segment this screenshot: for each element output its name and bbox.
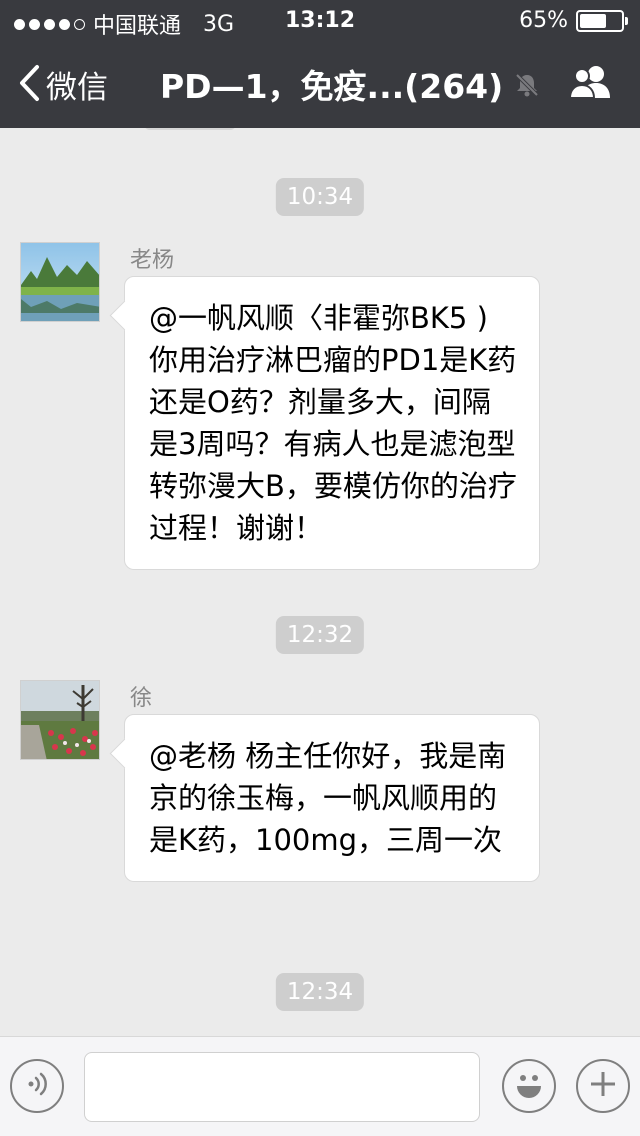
timestamp: 10:34: [275, 178, 365, 216]
previous-message-edge: [144, 128, 236, 130]
battery-icon: [576, 9, 628, 32]
back-label: 微信: [46, 70, 108, 106]
sender-name: 老杨: [130, 248, 175, 273]
back-button[interactable]: 微信: [18, 62, 108, 107]
message-row: 老杨 @一帆风顺〈非霍弥BK5 ) 你用治疗淋巴瘤的PD1是K药还是O药？剂量多…: [20, 242, 620, 570]
nav-bar: 微信 PD—1，免疫...(264): [0, 40, 640, 128]
avatar[interactable]: [20, 242, 100, 322]
emoji-button[interactable]: [502, 1059, 556, 1113]
message-bubble[interactable]: @老杨 杨主任你好，我是南京的徐玉梅，一帆风顺用的是K药，100mg，三周一次: [124, 714, 540, 882]
more-button[interactable]: [576, 1059, 630, 1113]
input-bar: [0, 1036, 640, 1136]
timestamp: 12:32: [275, 616, 365, 654]
chat-title: PD—1，免疫...(264): [160, 67, 504, 106]
voice-icon: [22, 1069, 52, 1103]
chevron-left-icon: [18, 64, 40, 106]
message-bubble[interactable]: @一帆风顺〈非霍弥BK5 ) 你用治疗淋巴瘤的PD1是K药还是O药？剂量多大，间…: [124, 276, 540, 570]
sender-name: 徐: [130, 686, 153, 711]
mute-bell-icon: [514, 72, 540, 102]
message-row: 徐 @老杨 杨主任你好，我是南京的徐玉梅，一帆风顺用的是K药，100mg，三周一…: [20, 680, 620, 920]
battery-percent: 65%: [519, 8, 568, 33]
voice-input-button[interactable]: [10, 1059, 64, 1113]
status-right: 65%: [519, 8, 628, 33]
plus-icon: [588, 1069, 618, 1103]
message-input[interactable]: [84, 1052, 480, 1122]
avatar[interactable]: [20, 680, 100, 760]
timestamp: 12:34: [275, 973, 365, 1011]
group-members-icon[interactable]: [568, 64, 614, 104]
chat-area[interactable]: 10:34 老杨 @一帆风顺〈非霍弥BK5 ) 你用治疗淋巴瘤的PD1是K药还是…: [0, 128, 640, 1036]
smiley-icon: [509, 1064, 549, 1108]
status-bar: 中国联通 3G 13:12 65%: [0, 0, 640, 40]
